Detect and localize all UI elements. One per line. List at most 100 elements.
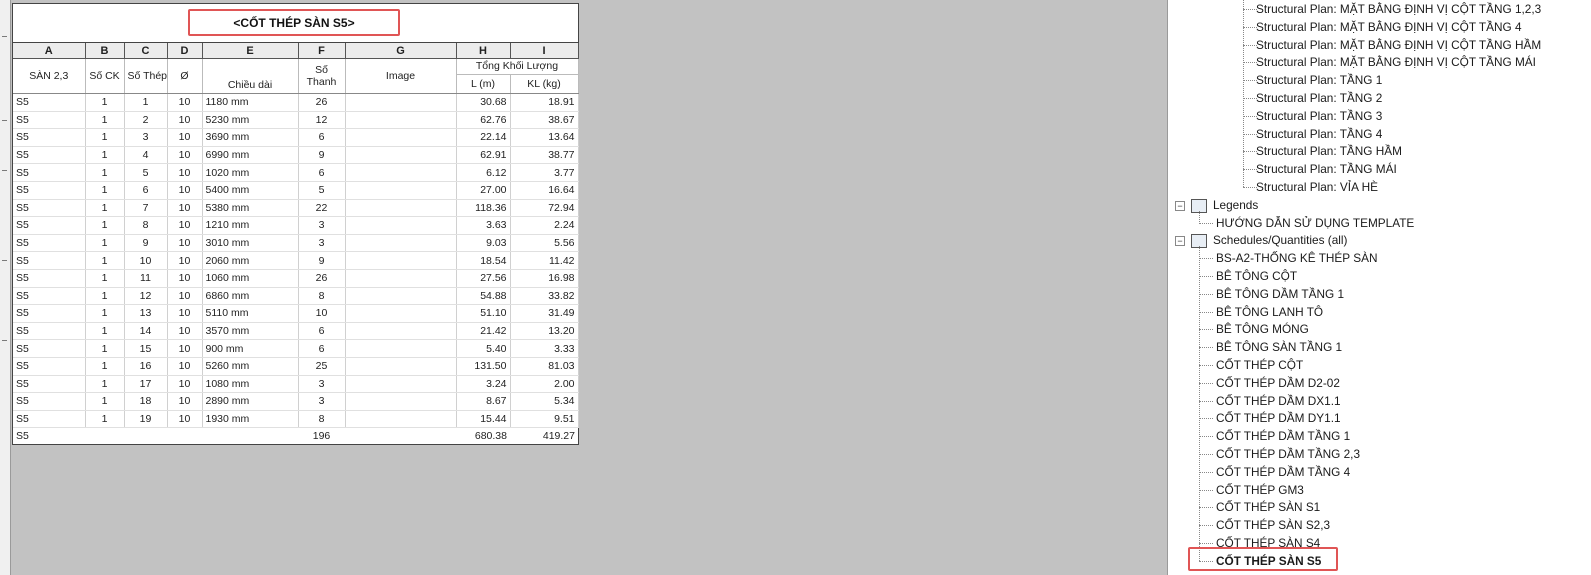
collapse-toggle[interactable]: − [1175, 200, 1185, 211]
tree-item-structural-plan[interactable]: Structural Plan: MẶT BẰNG ĐỊNH VỊ CỘT TẦ… [1256, 53, 1536, 71]
cell-g[interactable] [345, 146, 457, 165]
cell-g[interactable] [345, 339, 457, 358]
cell-e[interactable]: 6990 mm [202, 146, 299, 165]
cell-f[interactable]: 8 [298, 287, 346, 306]
header-san[interactable]: SÀN 2,3 [13, 58, 86, 94]
cell-g[interactable] [345, 375, 457, 394]
cell-d[interactable]: 10 [167, 181, 203, 200]
cell-e[interactable]: 2060 mm [202, 251, 299, 270]
cell-i[interactable]: 5.56 [510, 234, 579, 253]
cell-i[interactable]: 81.03 [510, 357, 579, 376]
cell-d[interactable]: 10 [167, 163, 203, 182]
cell-c[interactable]: 7 [124, 199, 168, 218]
cell-e[interactable]: 6860 mm [202, 287, 299, 306]
cell-h[interactable]: 51.10 [456, 304, 511, 323]
tree-item-schedule[interactable]: CỐT THÉP DẦM DY1.1 [1216, 409, 1341, 427]
tree-item-structural-plan[interactable]: Structural Plan: MẶT BẰNG ĐỊNH VỊ CỘT TẦ… [1256, 36, 1541, 54]
cell-i[interactable]: 2.00 [510, 375, 579, 394]
tree-item-schedule[interactable]: CỐT THÉP DẦM TẦNG 2,3 [1216, 445, 1360, 463]
cell-a[interactable]: S5 [13, 111, 86, 130]
cell-b[interactable]: 1 [85, 357, 125, 376]
cell-i[interactable]: 3.33 [510, 339, 579, 358]
cell-c[interactable]: 19 [124, 410, 168, 429]
cell-e[interactable]: 3570 mm [202, 322, 299, 341]
cell-i[interactable]: 31.49 [510, 304, 579, 323]
cell-h[interactable]: 21.42 [456, 322, 511, 341]
cell-i[interactable]: 72.94 [510, 199, 579, 218]
tree-item-schedule[interactable]: BÊ TÔNG SÀN TẦNG 1 [1216, 338, 1342, 356]
cell-b[interactable]: 1 [85, 322, 125, 341]
cell-f[interactable]: 6 [298, 128, 346, 147]
cell-b[interactable]: 1 [85, 251, 125, 270]
cell-f[interactable]: 3 [298, 216, 346, 235]
cell-e[interactable]: 3690 mm [202, 128, 299, 147]
cell-b[interactable]: 1 [85, 375, 125, 394]
cell-i[interactable]: 38.67 [510, 111, 579, 130]
tree-item-structural-plan[interactable]: Structural Plan: TẦNG HẦM [1256, 142, 1402, 160]
tree-item-schedule[interactable]: CỐT THÉP GM3 [1216, 481, 1304, 499]
cell-a[interactable]: S5 [13, 287, 86, 306]
cell-b[interactable]: 1 [85, 93, 125, 112]
cell-b[interactable]: 1 [85, 269, 125, 288]
cell-f[interactable]: 5 [298, 181, 346, 200]
header-diameter[interactable]: Ø [167, 58, 203, 94]
cell-b[interactable]: 1 [85, 163, 125, 182]
cell-c[interactable]: 4 [124, 146, 168, 165]
tree-item-structural-plan[interactable]: Structural Plan: TẦNG 1 [1256, 71, 1382, 89]
header-image[interactable]: Image [345, 58, 457, 94]
cell-i[interactable]: 13.64 [510, 128, 579, 147]
cell-e[interactable]: 1080 mm [202, 375, 299, 394]
cell-g[interactable] [345, 93, 457, 112]
total-weight[interactable]: 419.27 [510, 427, 578, 445]
cell-a[interactable]: S5 [13, 181, 86, 200]
tree-item-structural-plan[interactable]: Structural Plan: TẦNG MÁI [1256, 160, 1397, 178]
cell-b[interactable]: 1 [85, 304, 125, 323]
cell-f[interactable]: 25 [298, 357, 346, 376]
cell-c[interactable]: 3 [124, 128, 168, 147]
cell-b[interactable]: 1 [85, 199, 125, 218]
cell-c[interactable]: 16 [124, 357, 168, 376]
cell-b[interactable]: 1 [85, 181, 125, 200]
cell-c[interactable]: 8 [124, 216, 168, 235]
cell-b[interactable]: 1 [85, 392, 125, 411]
cell-g[interactable] [345, 304, 457, 323]
cell-e[interactable]: 1060 mm [202, 269, 299, 288]
cell-i[interactable]: 2.24 [510, 216, 579, 235]
cell-c[interactable]: 6 [124, 181, 168, 200]
tree-item-structural-plan[interactable]: Structural Plan: VỈA HÈ [1256, 178, 1378, 196]
cell-f[interactable]: 9 [298, 251, 346, 270]
cell-b[interactable]: 1 [85, 146, 125, 165]
cell-c[interactable]: 5 [124, 163, 168, 182]
cell-i[interactable]: 33.82 [510, 287, 579, 306]
header-chieu-dai[interactable]: Chiều dài [202, 58, 299, 94]
cell-g[interactable] [345, 199, 457, 218]
cell-a[interactable]: S5 [13, 322, 86, 341]
cell-c[interactable]: 18 [124, 392, 168, 411]
cell-h[interactable]: 5.40 [456, 339, 511, 358]
cell-a[interactable]: S5 [13, 410, 86, 429]
cell-h[interactable]: 62.91 [456, 146, 511, 165]
cell-d[interactable]: 10 [167, 322, 203, 341]
cell-h[interactable]: 22.14 [456, 128, 511, 147]
cell-i[interactable]: 5.34 [510, 392, 579, 411]
cell-a[interactable]: S5 [13, 199, 86, 218]
cell-f[interactable]: 3 [298, 375, 346, 394]
cell-c[interactable]: 2 [124, 111, 168, 130]
cell-g[interactable] [345, 287, 457, 306]
cell-f[interactable]: 6 [298, 163, 346, 182]
tree-item-structural-plan[interactable]: Structural Plan: MẶT BẰNG ĐỊNH VỊ CỘT TẦ… [1256, 0, 1541, 18]
cell-c[interactable]: 17 [124, 375, 168, 394]
cell-h[interactable]: 30.68 [456, 93, 511, 112]
tree-item-structural-plan[interactable]: Structural Plan: TẦNG 3 [1256, 107, 1382, 125]
cell-f[interactable]: 26 [298, 93, 346, 112]
cell-d[interactable]: 10 [167, 287, 203, 306]
cell-c[interactable]: 13 [124, 304, 168, 323]
cell-g[interactable] [345, 216, 457, 235]
cell-h[interactable]: 54.88 [456, 287, 511, 306]
cell-b[interactable]: 1 [85, 216, 125, 235]
cell-e[interactable]: 5260 mm [202, 357, 299, 376]
cell-c[interactable]: 10 [124, 251, 168, 270]
cell-a[interactable]: S5 [13, 216, 86, 235]
tree-item-schedule[interactable]: CỐT THÉP CỘT [1216, 356, 1303, 374]
cell-f[interactable]: 8 [298, 410, 346, 429]
